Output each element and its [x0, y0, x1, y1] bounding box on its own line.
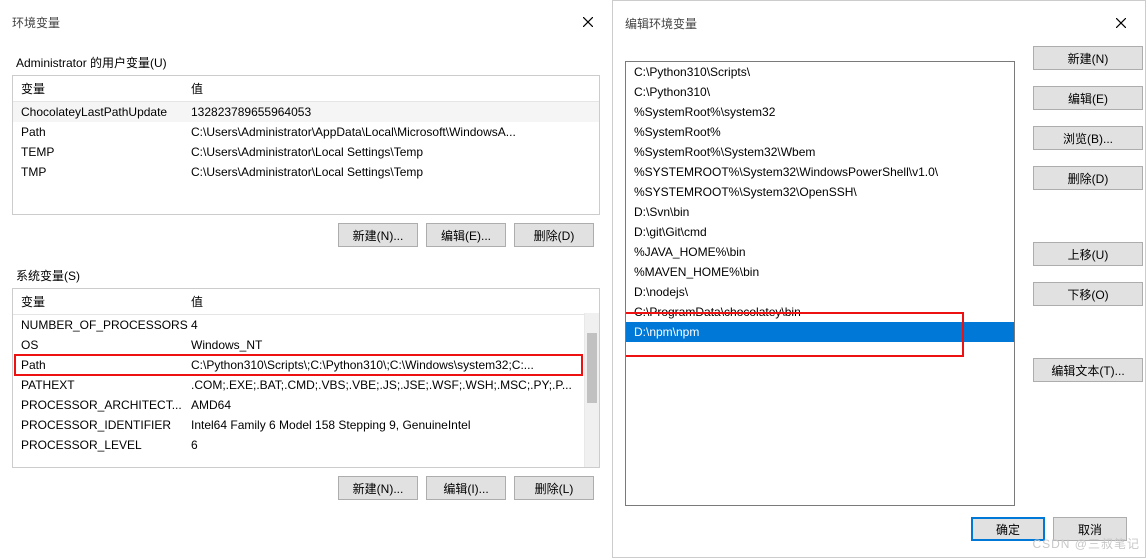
- table-row[interactable]: OSWindows_NT: [13, 335, 599, 355]
- var-value: Intel64 Family 6 Model 158 Stepping 9, G…: [191, 418, 591, 432]
- list-item[interactable]: %JAVA_HOME%\bin: [626, 242, 1014, 262]
- header-name: 变量: [21, 293, 191, 310]
- close-icon[interactable]: [1109, 11, 1133, 35]
- table-row[interactable]: PATHEXT.COM;.EXE;.BAT;.CMD;.VBS;.VBE;.JS…: [13, 375, 599, 395]
- var-value: 4: [191, 318, 591, 332]
- var-name: Path: [21, 358, 191, 372]
- header-name: 变量: [21, 80, 191, 97]
- var-name: PROCESSOR_LEVEL: [21, 438, 191, 452]
- header-value: 值: [191, 293, 591, 310]
- table-row[interactable]: NUMBER_OF_PROCESSORS4: [13, 315, 599, 335]
- edit-button[interactable]: 编辑(E)...: [426, 223, 506, 247]
- table-row[interactable]: PROCESSOR_IDENTIFIERIntel64 Family 6 Mod…: [13, 415, 599, 435]
- table-row[interactable]: TMPC:\Users\Administrator\Local Settings…: [13, 162, 599, 182]
- scrollbar-track[interactable]: [584, 313, 599, 467]
- list-item[interactable]: %SystemRoot%: [626, 122, 1014, 142]
- table-row[interactable]: ChocolateyLastPathUpdate1328237896559640…: [13, 102, 599, 122]
- dialog-title-left: 环境变量: [12, 14, 60, 31]
- env-vars-dialog: 环境变量 Administrator 的用户变量(U) 变量 值 Chocola…: [0, 0, 612, 558]
- user-vars-label: Administrator 的用户变量(U): [16, 54, 600, 71]
- var-name: ChocolateyLastPathUpdate: [21, 105, 191, 119]
- user-vars-table[interactable]: 变量 值 ChocolateyLastPathUpdate13282378965…: [12, 75, 600, 215]
- var-value: .COM;.EXE;.BAT;.CMD;.VBS;.VBE;.JS;.JSE;.…: [191, 378, 591, 392]
- header-value: 值: [191, 80, 591, 97]
- var-name: Path: [21, 125, 191, 139]
- table-body: NUMBER_OF_PROCESSORS4OSWindows_NTPathC:\…: [13, 315, 599, 455]
- list-item[interactable]: D:\npm\npm: [626, 322, 1014, 342]
- edit-env-var-dialog: 编辑环境变量 C:\Python310\Scripts\C:\Python310…: [612, 0, 1146, 558]
- sys-vars-table[interactable]: 变量 值 NUMBER_OF_PROCESSORS4OSWindows_NTPa…: [12, 288, 600, 468]
- delete-button[interactable]: 删除(D): [1033, 166, 1143, 190]
- var-name: TMP: [21, 165, 191, 179]
- var-value: 6: [191, 438, 591, 452]
- scrollbar-thumb[interactable]: [587, 333, 597, 403]
- var-value: AMD64: [191, 398, 591, 412]
- var-value: C:\Python310\Scripts\;C:\Python310\;C:\W…: [191, 358, 591, 372]
- edit-button[interactable]: 编辑(I)...: [426, 476, 506, 500]
- new-button[interactable]: 新建(N)...: [338, 476, 418, 500]
- list-item[interactable]: D:\Svn\bin: [626, 202, 1014, 222]
- new-button[interactable]: 新建(N): [1033, 46, 1143, 70]
- path-list[interactable]: C:\Python310\Scripts\C:\Python310\%Syste…: [625, 61, 1015, 506]
- list-item[interactable]: C:\Python310\: [626, 82, 1014, 102]
- table-row[interactable]: PathC:\Python310\Scripts\;C:\Python310\;…: [13, 355, 599, 375]
- new-button[interactable]: 新建(N)...: [338, 223, 418, 247]
- var-name: OS: [21, 338, 191, 352]
- table-body: ChocolateyLastPathUpdate1328237896559640…: [13, 102, 599, 182]
- delete-button[interactable]: 删除(L): [514, 476, 594, 500]
- user-buttons-row: 新建(N)... 编辑(E)... 删除(D): [12, 215, 600, 255]
- edit-text-button[interactable]: 编辑文本(T)...: [1033, 358, 1143, 382]
- list-item[interactable]: D:\nodejs\: [626, 282, 1014, 302]
- list-item[interactable]: %SystemRoot%\system32: [626, 102, 1014, 122]
- table-header: 变量 值: [13, 289, 599, 315]
- var-value: C:\Users\Administrator\Local Settings\Te…: [191, 165, 591, 179]
- ok-button[interactable]: 确定: [971, 517, 1045, 541]
- dialog-title-right: 编辑环境变量: [625, 15, 697, 32]
- titlebar-right: 编辑环境变量: [625, 11, 1133, 43]
- browse-button[interactable]: 浏览(B)...: [1033, 126, 1143, 150]
- var-value: C:\Users\Administrator\AppData\Local\Mic…: [191, 125, 591, 139]
- move-up-button[interactable]: 上移(U): [1033, 242, 1143, 266]
- var-value: Windows_NT: [191, 338, 591, 352]
- var-value: 132823789655964053: [191, 105, 591, 119]
- list-item[interactable]: D:\git\Git\cmd: [626, 222, 1014, 242]
- move-down-button[interactable]: 下移(O): [1033, 282, 1143, 306]
- delete-button[interactable]: 删除(D): [514, 223, 594, 247]
- list-item[interactable]: %MAVEN_HOME%\bin: [626, 262, 1014, 282]
- table-row[interactable]: PROCESSOR_LEVEL6: [13, 435, 599, 455]
- sys-vars-label: 系统变量(S): [16, 267, 600, 284]
- var-value: C:\Users\Administrator\Local Settings\Te…: [191, 145, 591, 159]
- close-icon[interactable]: [576, 10, 600, 34]
- cancel-button[interactable]: 取消: [1053, 517, 1127, 541]
- list-item[interactable]: C:\Python310\Scripts\: [626, 62, 1014, 82]
- var-name: PROCESSOR_ARCHITECT...: [21, 398, 191, 412]
- sys-buttons-row: 新建(N)... 编辑(I)... 删除(L): [12, 468, 600, 500]
- table-row[interactable]: TEMPC:\Users\Administrator\Local Setting…: [13, 142, 599, 162]
- var-name: TEMP: [21, 145, 191, 159]
- list-item[interactable]: %SystemRoot%\System32\Wbem: [626, 142, 1014, 162]
- list-item[interactable]: %SYSTEMROOT%\System32\WindowsPowerShell\…: [626, 162, 1014, 182]
- edit-button[interactable]: 编辑(E): [1033, 86, 1143, 110]
- side-buttons: 新建(N) 编辑(E) 浏览(B)... 删除(D) 上移(U) 下移(O) 编…: [1033, 46, 1143, 382]
- var-name: NUMBER_OF_PROCESSORS: [21, 318, 191, 332]
- titlebar-left: 环境变量: [12, 10, 600, 42]
- table-row[interactable]: PROCESSOR_ARCHITECT...AMD64: [13, 395, 599, 415]
- var-name: PROCESSOR_IDENTIFIER: [21, 418, 191, 432]
- var-name: PATHEXT: [21, 378, 191, 392]
- bottom-buttons: 确定 取消: [971, 517, 1127, 541]
- list-item[interactable]: %SYSTEMROOT%\System32\OpenSSH\: [626, 182, 1014, 202]
- table-row[interactable]: PathC:\Users\Administrator\AppData\Local…: [13, 122, 599, 142]
- list-item[interactable]: C:\ProgramData\chocolatey\bin: [626, 302, 1014, 322]
- table-header: 变量 值: [13, 76, 599, 102]
